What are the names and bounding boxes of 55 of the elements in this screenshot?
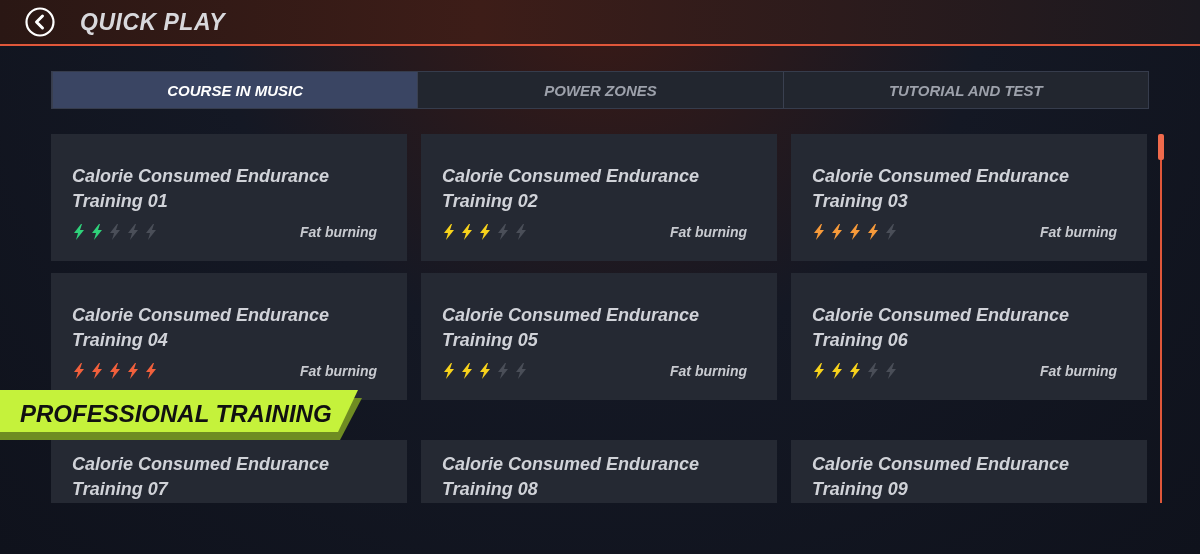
course-card[interactable]: Calorie Consumed Endurance Training 04 Fat burning: [51, 273, 407, 400]
course-title: Calorie Consumed Endurance Training 06: [812, 304, 1071, 352]
bolt-icon: [126, 363, 139, 379]
course-title: Calorie Consumed Endurance Training 04: [72, 304, 331, 352]
course-title: Calorie Consumed Endurance Training 02: [442, 165, 701, 213]
course-title: Calorie Consumed Endurance Training 01: [72, 165, 331, 213]
banner-label: PROFESSIONAL TRAINING: [20, 400, 332, 428]
bolt-icon: [866, 363, 879, 379]
tab[interactable]: POWER ZONES: [417, 72, 783, 108]
bolt-icon: [866, 224, 879, 240]
bolt-icon: [144, 224, 157, 240]
bolt-icon: [460, 224, 473, 240]
course-title: Calorie Consumed Endurance Training 09: [812, 453, 1071, 501]
course-tag: Fat burning: [670, 224, 747, 240]
tab[interactable]: TUTORIAL AND TEST: [782, 72, 1148, 108]
course-card[interactable]: Calorie Consumed Endurance Training 02 Fat burning: [421, 134, 777, 261]
course-card[interactable]: Calorie Consumed Endurance Training 01 Fat burning: [51, 134, 407, 261]
tab[interactable]: COURSE IN MUSIC: [52, 72, 418, 108]
course-card[interactable]: Calorie Consumed Endurance Training 06 Fat burning: [791, 273, 1147, 400]
course-title: Calorie Consumed Endurance Training 03: [812, 165, 1071, 213]
bolt-icon: [126, 224, 139, 240]
bolt-icon: [90, 363, 103, 379]
course-tag: Fat burning: [670, 363, 747, 379]
bolt-icon: [496, 224, 509, 240]
course-tag: Fat burning: [300, 363, 377, 379]
course-tag: Fat burning: [300, 224, 377, 240]
bolt-icon: [496, 363, 509, 379]
course-card[interactable]: Calorie Consumed Endurance Training 03 Fat burning: [791, 134, 1147, 261]
course-title: Calorie Consumed Endurance Training 08: [442, 453, 701, 501]
bolt-icon: [514, 224, 527, 240]
bolt-icon: [884, 224, 897, 240]
course-tag: Fat burning: [1040, 224, 1117, 240]
course-card[interactable]: Calorie Consumed Endurance Training 08: [421, 440, 777, 503]
bolt-icon: [848, 224, 861, 240]
bolt-icon: [514, 363, 527, 379]
bolt-icon: [478, 363, 491, 379]
page-title: QUICK PLAY: [80, 8, 226, 36]
bolt-icon: [108, 363, 121, 379]
bolt-icon: [144, 363, 157, 379]
back-icon[interactable]: [25, 7, 55, 37]
course-card[interactable]: Calorie Consumed Endurance Training 05 Fat burning: [421, 273, 777, 400]
bolt-icon: [884, 363, 897, 379]
bolt-icon: [830, 224, 843, 240]
course-card[interactable]: Calorie Consumed Endurance Training 07: [51, 440, 407, 503]
course-tag: Fat burning: [1040, 363, 1117, 379]
course-title: Calorie Consumed Endurance Training 05: [442, 304, 701, 352]
course-title: Calorie Consumed Endurance Training 07: [72, 453, 331, 501]
bolt-icon: [830, 363, 843, 379]
bolt-icon: [460, 363, 473, 379]
bolt-icon: [478, 224, 491, 240]
bolt-icon: [848, 363, 861, 379]
course-card[interactable]: Calorie Consumed Endurance Training 09: [791, 440, 1147, 503]
bolt-icon: [90, 224, 103, 240]
scroll-thumb[interactable]: [1158, 134, 1164, 160]
bolt-icon: [108, 224, 121, 240]
